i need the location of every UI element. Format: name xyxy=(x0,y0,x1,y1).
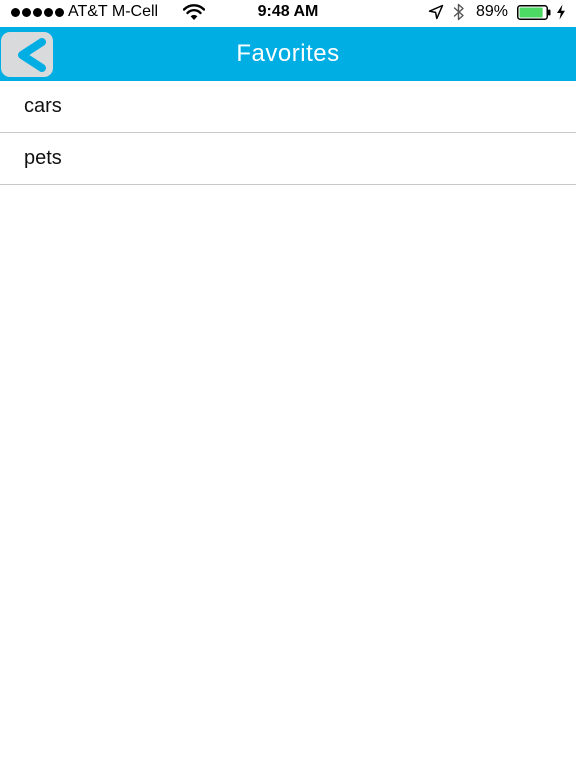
back-button[interactable] xyxy=(1,32,53,77)
favorites-list: cars pets xyxy=(0,81,576,185)
charging-bolt-icon xyxy=(557,4,565,20)
signal-dots-icon xyxy=(11,8,64,17)
list-item-cars[interactable]: cars xyxy=(0,81,576,133)
location-arrow-icon xyxy=(428,4,444,20)
chevron-left-icon xyxy=(18,38,46,72)
list-item-pets[interactable]: pets xyxy=(0,133,576,185)
battery-icon xyxy=(517,5,551,20)
list-item-label: pets xyxy=(24,147,62,169)
favorites-screen: AT&T M-Cell 9:48 AM 89% Favorites cars p… xyxy=(0,0,576,768)
status-time: 9:48 AM xyxy=(257,3,319,20)
list-item-label: cars xyxy=(24,95,62,117)
status-bar: AT&T M-Cell 9:48 AM 89% xyxy=(0,0,576,26)
bluetooth-icon xyxy=(453,3,464,21)
carrier-name: AT&T M-Cell xyxy=(68,3,159,20)
battery-percent: 89% xyxy=(476,3,509,20)
wifi-icon xyxy=(183,4,205,20)
nav-bar: Favorites xyxy=(0,27,576,81)
page-title: Favorites xyxy=(236,40,340,67)
